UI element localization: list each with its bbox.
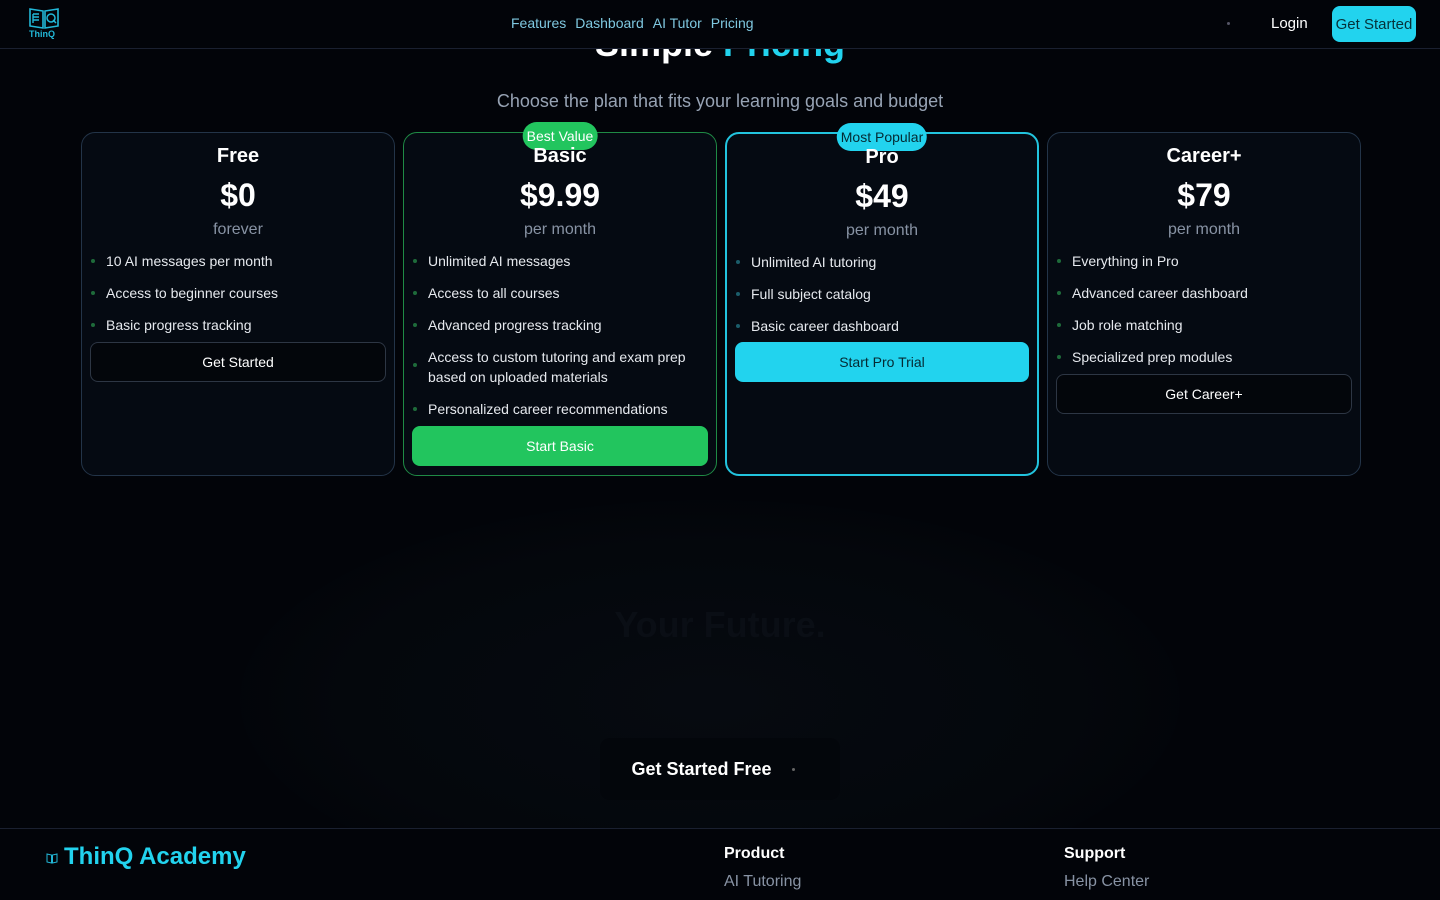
- bullet-dot-icon: [736, 292, 740, 296]
- pricing-title: Simple Pricing: [0, 49, 1440, 65]
- plan-card-free: Free $0 forever 10 AI messages per month…: [81, 132, 395, 476]
- feature-text: Basic progress tracking: [106, 317, 252, 333]
- feature-item: Everything in Pro: [1056, 251, 1352, 271]
- footer-link-help-center[interactable]: Help Center: [1064, 873, 1149, 891]
- bullet-dot-icon: [413, 323, 417, 327]
- plan-period: forever: [213, 221, 263, 238]
- plan-period: per month: [845, 222, 919, 239]
- feature-item: Unlimited AI messages: [412, 251, 708, 271]
- feature-item: Full subject catalog: [735, 284, 1029, 304]
- feature-list: Everything in Pro Advanced career dashbo…: [1056, 251, 1352, 379]
- get-career-plus-button[interactable]: Get Career+: [1056, 374, 1352, 414]
- feature-item: Access to all courses: [412, 283, 708, 303]
- nav-links: Features Dashboard AI Tutor Pricing: [511, 15, 754, 31]
- feature-item: Basic career dashboard: [735, 316, 1029, 336]
- feature-item: Unlimited AI tutoring: [735, 252, 1029, 272]
- feature-item: Advanced progress tracking: [412, 315, 708, 335]
- bullet-dot-icon: [413, 259, 417, 263]
- feature-list: Unlimited AI messages Access to all cour…: [412, 251, 708, 431]
- feature-item: Job role matching: [1056, 315, 1352, 335]
- arrow-right-icon: [791, 767, 795, 771]
- plan-card-career-plus: Career+ $79 per month Everything in Pro …: [1047, 132, 1361, 476]
- feature-text: Unlimited AI messages: [428, 253, 571, 269]
- pricing-title-accent: Pricing: [723, 49, 845, 64]
- plan-name: Career+: [1166, 145, 1242, 167]
- feature-text: Access to all courses: [428, 285, 560, 301]
- bullet-dot-icon: [736, 260, 740, 264]
- feature-text: Unlimited AI tutoring: [751, 254, 877, 270]
- nav-get-started-button[interactable]: Get Started: [1332, 6, 1416, 42]
- feature-text: Full subject catalog: [751, 286, 871, 302]
- plan-price: $9.99: [519, 177, 601, 213]
- bullet-dot-icon: [736, 324, 740, 328]
- nav-link-dashboard[interactable]: Dashboard: [575, 15, 644, 31]
- feature-list: Unlimited AI tutoring Full subject catal…: [735, 252, 1029, 348]
- pricing-title-wrapper: Simple Pricing: [0, 49, 1440, 69]
- footer: ThinQ Academy Product AI Tutoring Suppor…: [0, 828, 1440, 900]
- feature-text: Specialized prep modules: [1072, 349, 1233, 365]
- feature-text: Everything in Pro: [1072, 253, 1179, 269]
- plan-price: $49: [855, 178, 909, 214]
- feature-text: Basic career dashboard: [751, 318, 899, 334]
- footer-heading-product: Product: [724, 845, 785, 862]
- feature-list: 10 AI messages per month Access to begin…: [90, 251, 386, 347]
- get-started-free-label: Get Started Free: [631, 758, 772, 779]
- plan-period: per month: [523, 221, 597, 238]
- plan-name: Pro: [865, 146, 899, 168]
- feature-item: Basic progress tracking: [90, 315, 386, 335]
- bullet-dot-icon: [91, 323, 95, 327]
- plan-card-basic: Best Value Basic $9.99 per month Unlimit…: [403, 122, 717, 476]
- plan-price: $0: [220, 177, 256, 213]
- feature-item: Access to custom tutoring and exam prep …: [412, 347, 708, 387]
- plan-period: per month: [1167, 221, 1241, 238]
- bullet-dot-icon: [413, 363, 417, 367]
- get-started-free-button[interactable]: Get Started Free: [600, 738, 840, 800]
- bullet-dot-icon: [1057, 291, 1061, 295]
- bullet-dot-icon: [413, 407, 417, 411]
- bullet-dot-icon: [91, 291, 95, 295]
- feature-text: Personalized career recommendations: [428, 401, 668, 417]
- feature-item: 10 AI messages per month: [90, 251, 386, 271]
- footer-heading-support: Support: [1064, 845, 1126, 862]
- start-pro-trial-button[interactable]: Start Pro Trial: [735, 342, 1029, 382]
- plan-name: Free: [216, 145, 260, 167]
- logo-text: ThinQ: [29, 29, 55, 39]
- footer-logo-icon: [46, 851, 58, 864]
- start-basic-button[interactable]: Start Basic: [412, 426, 708, 466]
- bullet-dot-icon: [1057, 355, 1061, 359]
- top-nav: ThinQ Features Dashboard AI Tutor Pricin…: [0, 0, 1440, 49]
- free-get-started-button[interactable]: Get Started: [90, 342, 386, 382]
- feature-item: Advanced career dashboard: [1056, 283, 1352, 303]
- nav-link-pricing[interactable]: Pricing: [711, 15, 754, 31]
- feature-text: 10 AI messages per month: [106, 253, 273, 269]
- bullet-dot-icon: [413, 291, 417, 295]
- footer-brand[interactable]: ThinQ Academy: [64, 843, 246, 871]
- bullet-dot-icon: [1057, 259, 1061, 263]
- feature-text: Job role matching: [1072, 317, 1183, 333]
- nav-link-ai-tutor[interactable]: AI Tutor: [653, 15, 702, 31]
- pricing-title-main: Simple: [595, 49, 713, 64]
- feature-text: Advanced progress tracking: [428, 317, 602, 333]
- feature-item: Access to beginner courses: [90, 283, 386, 303]
- cta-title: Your Future.: [614, 604, 826, 645]
- plan-name: Basic: [533, 145, 587, 167]
- bullet-dot-icon: [1057, 323, 1061, 327]
- pricing-subtitle: Choose the plan that fits your learning …: [496, 91, 944, 111]
- feature-text: Advanced career dashboard: [1072, 285, 1248, 301]
- plan-price: $79: [1177, 177, 1231, 213]
- feature-item: Specialized prep modules: [1056, 347, 1352, 367]
- footer-link-ai-tutoring[interactable]: AI Tutoring: [724, 873, 801, 891]
- nav-link-features[interactable]: Features: [511, 15, 566, 31]
- feature-text: Access to custom tutoring and exam prep …: [428, 349, 686, 385]
- login-button[interactable]: Login: [1271, 15, 1308, 32]
- bullet-dot-icon: [91, 259, 95, 263]
- feature-text: Access to beginner courses: [106, 285, 278, 301]
- plan-card-pro: Most Popular Pro $49 per month Unlimited…: [725, 123, 1039, 476]
- feature-item: Personalized career recommendations: [412, 399, 708, 419]
- theme-toggle-icon[interactable]: [1227, 22, 1230, 25]
